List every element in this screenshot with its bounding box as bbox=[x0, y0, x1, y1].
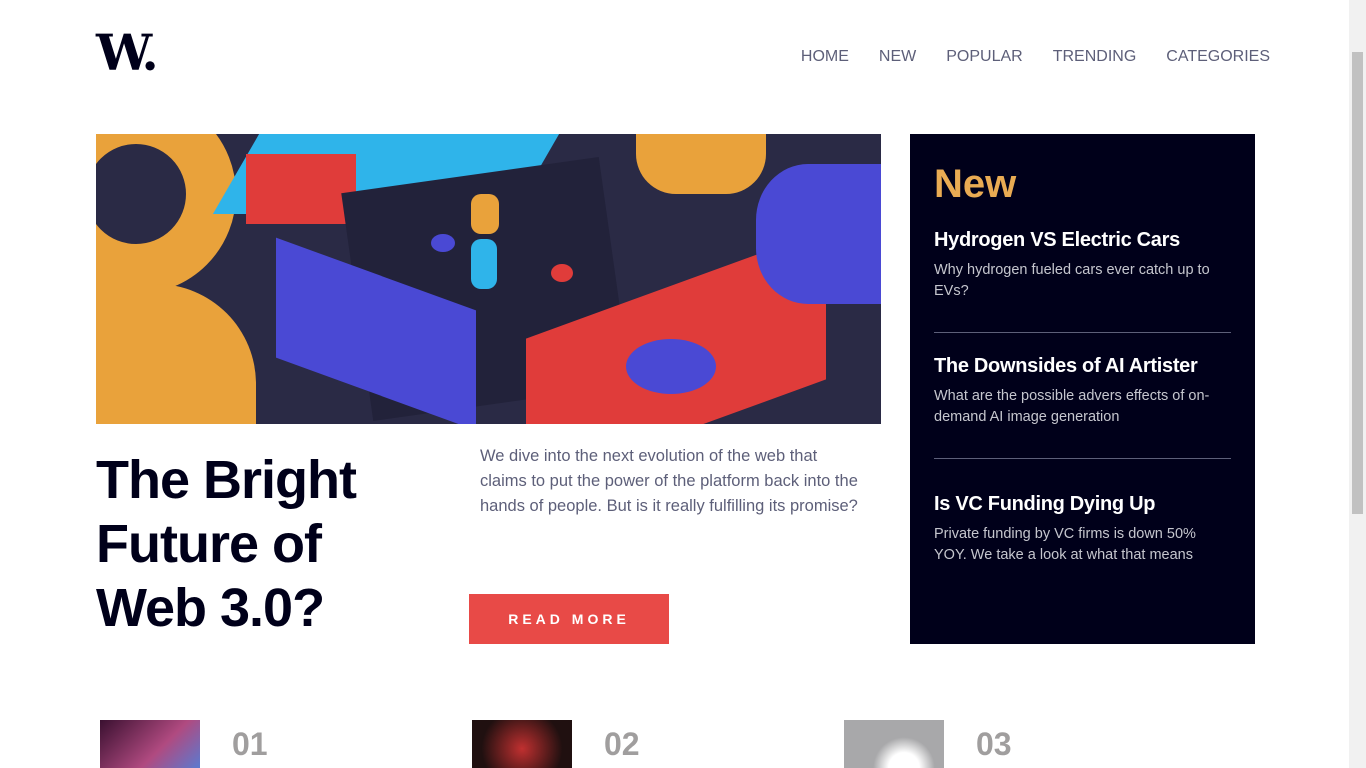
new-item-title[interactable]: Hydrogen VS Electric Cars bbox=[934, 229, 1231, 252]
main-nav: HOME NEW POPULAR TRENDING CATEGORIES bbox=[801, 48, 1270, 66]
card-number: 03 bbox=[976, 726, 1012, 762]
card-number: 02 bbox=[604, 726, 640, 762]
article-card[interactable]: 02 bbox=[472, 720, 640, 768]
hero-title: The Bright Future of Web 3.0? bbox=[96, 450, 357, 638]
new-item-text: Why hydrogen fueled cars ever catch up t… bbox=[934, 262, 1210, 299]
new-heading: New bbox=[934, 162, 1017, 206]
card-thumbnail[interactable] bbox=[100, 720, 200, 768]
hero-description: We dive into the next evolution of the w… bbox=[480, 447, 858, 515]
new-item[interactable]: Is VC Funding Dying Up Private funding by… bbox=[934, 459, 1231, 596]
card-thumbnail[interactable] bbox=[472, 720, 572, 768]
new-item-title[interactable]: The Downsides of AI Artister bbox=[934, 355, 1231, 378]
card-number: 01 bbox=[232, 726, 268, 762]
new-item-text: What are the possible advers effects of … bbox=[934, 388, 1210, 425]
new-panel: New Hydrogen VS Electric Cars Why hydroge… bbox=[910, 134, 1255, 644]
new-item[interactable]: The Downsides of AI Artister What are the… bbox=[934, 333, 1231, 459]
scrollbar-thumb[interactable] bbox=[1352, 52, 1363, 514]
nav-categories[interactable]: CATEGORIES bbox=[1166, 48, 1270, 66]
new-item[interactable]: Hydrogen VS Electric Cars Why hydrogen fu… bbox=[934, 207, 1231, 333]
nav-home[interactable]: HOME bbox=[801, 48, 849, 66]
card-thumbnail[interactable] bbox=[844, 720, 944, 768]
article-card[interactable]: 03 bbox=[844, 720, 1012, 768]
logo[interactable]: W. bbox=[96, 28, 159, 78]
nav-new[interactable]: NEW bbox=[879, 48, 916, 66]
nav-trending[interactable]: TRENDING bbox=[1053, 48, 1137, 66]
nav-popular[interactable]: POPULAR bbox=[946, 48, 1022, 66]
new-item-title[interactable]: Is VC Funding Dying Up bbox=[934, 493, 1231, 516]
read-more-button[interactable]: READ MORE bbox=[469, 594, 669, 644]
scrollbar[interactable] bbox=[1349, 0, 1366, 768]
hero-image bbox=[96, 134, 881, 424]
new-item-text: Private funding by VC firms is down 50% … bbox=[934, 526, 1196, 563]
article-card[interactable]: 01 bbox=[100, 720, 268, 768]
